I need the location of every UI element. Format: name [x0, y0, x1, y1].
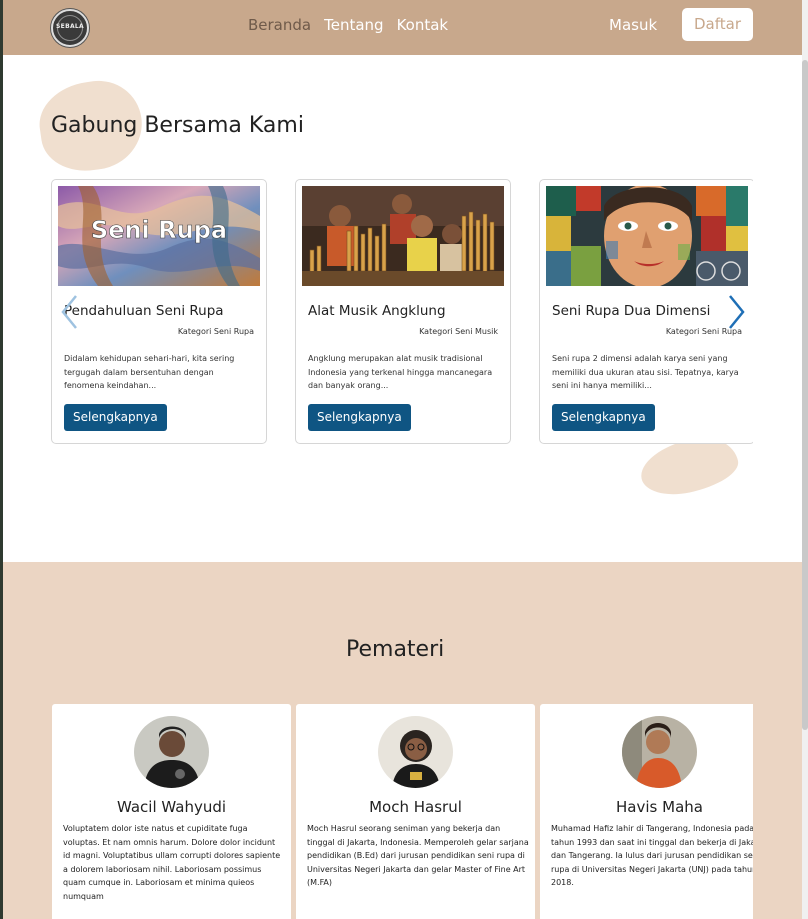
course-carousel: Seni Rupa Pendahuluan Seni Rupa Kategori… — [0, 170, 753, 460]
course-description: Angklung merupakan alat musik tradisiona… — [308, 354, 493, 390]
logo[interactable]: SEBALA — [51, 9, 89, 47]
chevron-right-icon[interactable] — [726, 294, 746, 330]
avatar — [622, 716, 697, 788]
avatar — [134, 716, 209, 788]
speaker-name: Moch Hasrul — [369, 798, 462, 816]
nav-links: Beranda Tentang Kontak — [248, 16, 448, 34]
read-more-button[interactable]: Selengkapnya — [64, 404, 167, 431]
course-card: Seni Rupa Dua Dimensi Kategori Seni Rupa… — [539, 179, 753, 444]
speaker-bio: Muhamad Hafiz lahir di Tangerang, Indone… — [551, 824, 753, 887]
logo-text: SEBALA — [56, 23, 84, 30]
nav-link-tentang[interactable]: Tentang — [324, 16, 383, 34]
course-title: Alat Musik Angklung — [308, 303, 446, 319]
speaker-card: Havis Maha Muhamad Hafiz lahir di Tanger… — [540, 704, 753, 919]
nav-link-beranda[interactable]: Beranda — [248, 16, 311, 34]
scrollbar[interactable] — [802, 0, 808, 919]
course-image-angklung — [302, 186, 504, 286]
chevron-left-icon[interactable] — [60, 294, 80, 330]
course-card: Seni Rupa Pendahuluan Seni Rupa Kategori… — [51, 179, 267, 444]
speaker-name: Havis Maha — [616, 798, 703, 816]
speaker-name: Wacil Wahyudi — [116, 798, 227, 816]
speaker-bio: Moch Hasrul seorang seniman yang bekerja… — [307, 824, 529, 887]
login-link[interactable]: Masuk — [609, 16, 657, 34]
course-card: Alat Musik Angklung Kategori Seni Musik … — [295, 179, 511, 444]
speaker-card: Moch Hasrul Moch Hasrul seorang seniman … — [296, 704, 535, 919]
course-image-text: Seni Rupa — [91, 216, 227, 244]
nav-link-kontak[interactable]: Kontak — [397, 16, 449, 34]
register-button[interactable]: Daftar — [682, 8, 753, 41]
speakers-section-title: Pemateri — [346, 637, 445, 662]
avatar — [378, 716, 453, 788]
course-category: Kategori Seni Musik — [419, 327, 498, 336]
speaker-bio: Voluptatem dolor iste natus et cupiditat… — [63, 824, 281, 901]
scrollbar-thumb[interactable] — [802, 60, 808, 730]
course-category: Kategori Seni Rupa — [177, 327, 254, 336]
join-section-title: Gabung Bersama Kami — [51, 113, 304, 138]
course-image-seni-rupa: Seni Rupa — [58, 186, 260, 286]
course-description: Seni rupa 2 dimensi adalah karya seni ya… — [552, 354, 739, 390]
course-image-mural — [546, 186, 748, 286]
course-description: Didalam kehidupan sehari-hari, kita seri… — [64, 354, 235, 390]
read-more-button[interactable]: Selengkapnya — [308, 404, 411, 431]
speaker-card: Wacil Wahyudi Voluptatem dolor iste natu… — [52, 704, 291, 919]
course-title: Pendahuluan Seni Rupa — [64, 303, 224, 319]
course-title: Seni Rupa Dua Dimensi — [552, 303, 711, 319]
navbar: SEBALA Beranda Tentang Kontak Masuk Daft… — [3, 0, 802, 55]
speakers-list: Wacil Wahyudi Voluptatem dolor iste natu… — [0, 704, 753, 919]
read-more-button[interactable]: Selengkapnya — [552, 404, 655, 431]
